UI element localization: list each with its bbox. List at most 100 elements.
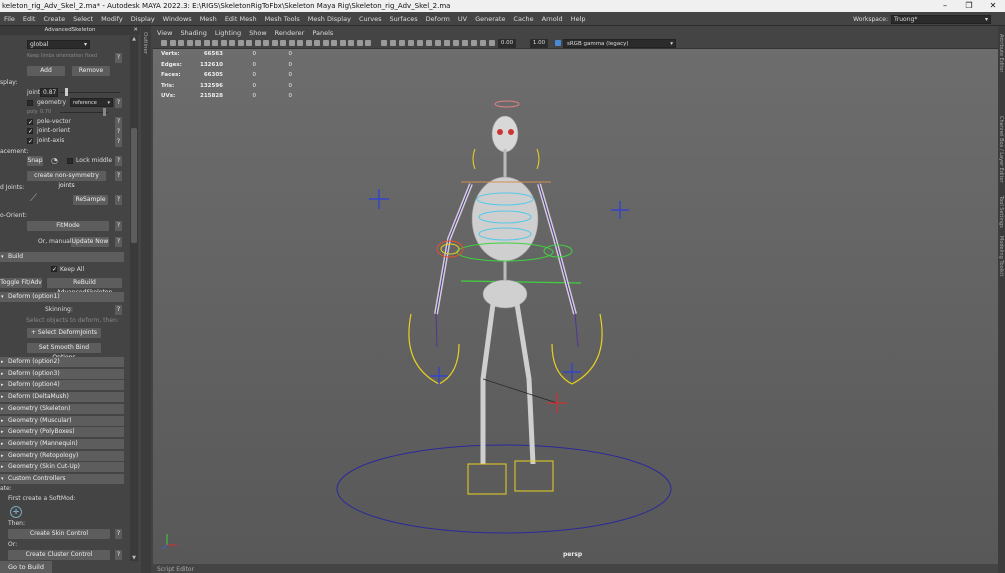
section-collapsed[interactable]: ▸ Deform (option2) <box>0 357 124 367</box>
viewport-tool-icon[interactable] <box>314 40 320 46</box>
viewport-tool-icon[interactable] <box>435 40 441 46</box>
viewport-tool-icon[interactable] <box>237 40 244 46</box>
poly-slider-handle[interactable] <box>103 108 106 116</box>
help-button[interactable]: ? <box>115 237 122 247</box>
viewport-tool-icon[interactable] <box>390 40 396 46</box>
help-button[interactable]: ? <box>115 171 122 181</box>
viewport-tool-icon[interactable] <box>263 40 269 46</box>
viewport-tool-icon[interactable] <box>408 40 414 46</box>
viewport-tool-icon[interactable] <box>220 40 227 46</box>
poly-slider-track[interactable] <box>60 112 108 113</box>
menu-file[interactable]: File <box>0 12 19 26</box>
menu-generate[interactable]: Generate <box>471 12 509 26</box>
viewport-tool-icon[interactable] <box>195 40 201 46</box>
joint-size-slider-track[interactable] <box>60 92 120 93</box>
menu-cache[interactable]: Cache <box>509 12 537 26</box>
viewport-tool-icon[interactable] <box>339 40 346 46</box>
viewport-tool-icon[interactable] <box>471 40 477 46</box>
viewport-tool-icon[interactable] <box>161 40 167 46</box>
viewport-tool-icon[interactable] <box>305 40 312 46</box>
viewport-tool-icon[interactable] <box>462 40 468 46</box>
viewport-tool-icon[interactable] <box>169 40 176 46</box>
go-to-build-pose-button[interactable]: Go to Build Pose <box>0 561 52 573</box>
menu-create[interactable]: Create <box>39 12 69 26</box>
viewport-tool-icon[interactable] <box>271 40 278 46</box>
geometry-checkbox[interactable] <box>27 100 33 106</box>
exposure-field[interactable]: 0.00 <box>498 39 516 48</box>
help-button[interactable]: ? <box>115 137 122 147</box>
script-editor-bar[interactable]: Script Editor <box>153 564 998 573</box>
magnet-icon[interactable]: ◔ <box>51 156 61 166</box>
viewport-tool-icon[interactable] <box>489 40 495 46</box>
panel-scrollbar[interactable]: ▲ ▼ <box>130 36 138 561</box>
section-build[interactable]: ▾ Build <box>0 252 124 262</box>
viewport-3d[interactable]: Verts: 66563 0 0 Edges: 132610 0 0 Faces: 66305 0 0… <box>153 49 998 564</box>
viewport-menu-lighting[interactable]: Lighting <box>211 28 245 38</box>
section-collapsed[interactable]: ▸ Deform (option4) <box>0 380 124 391</box>
help-button[interactable]: ? <box>115 127 122 137</box>
joint-size-field[interactable]: 0.87 <box>40 88 58 97</box>
joint-axis-checkbox[interactable]: ✓ <box>27 138 33 145</box>
viewport-tool-icon[interactable] <box>288 40 295 46</box>
select-deform-joints-button[interactable]: + Select DeformJoints <box>27 328 101 338</box>
create-cluster-control-button[interactable]: Create Cluster Control <box>8 550 110 560</box>
right-tab[interactable]: Channel Box / Layer Editor <box>998 116 1004 183</box>
set-smooth-bind-options-button[interactable]: Set Smooth Bind Options <box>27 343 101 361</box>
viewport-tool-icon[interactable] <box>203 40 210 46</box>
section-custom-controllers[interactable]: ▾ Custom Controllers <box>0 474 124 484</box>
menu-edit-mesh[interactable]: Edit Mesh <box>221 12 261 26</box>
viewport-menu-shading[interactable]: Shading <box>176 28 210 38</box>
scroll-down-icon[interactable]: ▼ <box>130 555 138 561</box>
section-collapsed[interactable]: ▸ Geometry (Mannequin) <box>0 438 124 449</box>
help-button[interactable]: ? <box>115 117 122 127</box>
viewport-menu-renderer[interactable]: Renderer <box>271 28 309 38</box>
keep-all-checkbox[interactable]: ✓ <box>51 266 57 273</box>
section-collapsed[interactable]: ▸ Geometry (Skin Cut-Up) <box>0 462 124 473</box>
section-collapsed[interactable]: ▸ Deform (DeltaMush) <box>0 392 124 403</box>
viewport-tool-icon[interactable] <box>186 40 193 46</box>
viewport-tool-icon[interactable] <box>480 40 486 46</box>
help-button[interactable]: ? <box>115 98 122 108</box>
pole-vector-checkbox[interactable]: ✓ <box>27 119 33 126</box>
viewport-tool-icon[interactable] <box>381 40 387 46</box>
viewport-tool-icon[interactable] <box>348 40 354 46</box>
viewport-tool-icon[interactable] <box>356 40 363 46</box>
help-button[interactable]: ? <box>115 195 122 205</box>
resample-button[interactable]: ReSample <box>73 195 108 205</box>
viewport-tool-icon[interactable] <box>246 40 252 46</box>
restore-button[interactable]: ❐ <box>957 0 981 12</box>
geometry-mode-dropdown[interactable]: reference ▾ <box>70 98 113 107</box>
section-collapsed[interactable]: ▸ Geometry (PolyBoxes) <box>0 427 124 438</box>
minimize-button[interactable]: – <box>933 0 957 12</box>
viewport-tool-icon[interactable] <box>322 40 329 46</box>
menu-mesh-display[interactable]: Mesh Display <box>304 12 355 26</box>
viewport-tool-icon[interactable] <box>297 40 303 46</box>
menu-uv[interactable]: UV <box>454 12 471 26</box>
scroll-up-icon[interactable]: ▲ <box>130 36 138 42</box>
viewport-menu-show[interactable]: Show <box>245 28 271 38</box>
help-button[interactable]: ? <box>115 305 122 315</box>
right-tab[interactable]: Attribute Editor <box>998 34 1004 72</box>
help-button[interactable]: ? <box>115 53 122 63</box>
global-dropdown[interactable]: global ▾ <box>27 40 90 49</box>
menu-select[interactable]: Select <box>69 12 97 26</box>
right-tab[interactable]: Tool Settings <box>998 196 1004 228</box>
section-deform-option1[interactable]: ▾ Deform (option1) <box>0 292 124 302</box>
menu-edit[interactable]: Edit <box>19 12 40 26</box>
menu-deform[interactable]: Deform <box>422 12 454 26</box>
viewport-menu-view[interactable]: View <box>153 28 176 38</box>
softmod-icon[interactable]: ✛ <box>10 506 22 518</box>
section-collapsed[interactable]: ▸ Geometry (Muscular) <box>0 415 124 426</box>
menu-help[interactable]: Help <box>567 12 590 26</box>
lock-middle-checkbox[interactable] <box>67 158 73 164</box>
viewport-tool-icon[interactable] <box>399 40 405 46</box>
help-button[interactable]: ? <box>115 529 122 539</box>
joint-size-slider-handle[interactable] <box>65 88 68 96</box>
color-space-dropdown[interactable]: sRGB gamma (legacy) ▾ <box>563 39 676 48</box>
close-icon[interactable]: ✕ <box>133 26 138 35</box>
viewport-tool-icon[interactable] <box>254 40 261 46</box>
add-button[interactable]: Add <box>27 66 65 76</box>
viewport-tool-icon[interactable] <box>426 40 432 46</box>
toggle-fit-adv-button[interactable]: Toggle Fit/Adv <box>0 278 42 288</box>
menu-display[interactable]: Display <box>127 12 159 26</box>
